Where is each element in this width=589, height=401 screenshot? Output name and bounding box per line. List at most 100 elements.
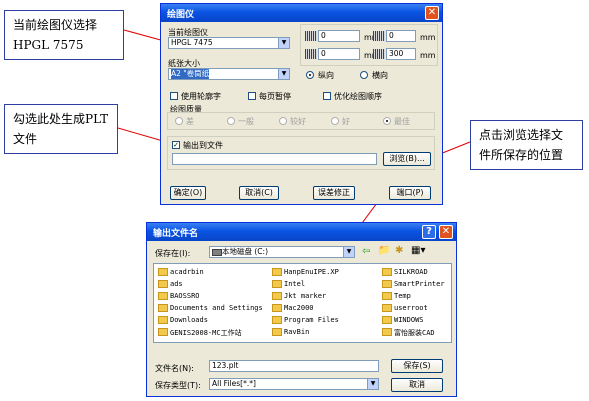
file-item[interactable]: WINDOWS: [394, 316, 424, 324]
filename-label: 文件名(N):: [155, 364, 194, 373]
quality-radio-good[interactable]: [331, 117, 339, 125]
pause-per-page-label: 每页暂停: [259, 92, 291, 101]
port-button[interactable]: 端口(P): [389, 186, 431, 200]
quality-option-best: 最佳: [394, 117, 410, 126]
file-item[interactable]: RavBin: [284, 328, 309, 336]
optimize-order-checkbox[interactable]: [323, 92, 331, 100]
callout-plt-text: 勾选此处生成PLT文件: [13, 112, 109, 146]
filename-value: 123.plt: [212, 361, 239, 370]
folder-icon: [158, 304, 168, 312]
file-item[interactable]: acadrbin: [170, 268, 204, 276]
callout-plotter-text: 当前绘图仪选择HPGL 7575: [13, 18, 98, 52]
plotter-titlebar: 绘图仪 ✕: [161, 4, 442, 22]
folder-icon: [382, 268, 392, 276]
landscape-label: 横向: [372, 71, 388, 80]
margin-top-icon: [305, 31, 317, 41]
pause-per-page-checkbox[interactable]: [248, 92, 256, 100]
folder-icon: [158, 292, 168, 300]
file-item[interactable]: Documents and Settings: [170, 304, 263, 312]
save-in-value: 本地磁盘 (C:): [222, 247, 268, 256]
folder-icon: [158, 280, 168, 288]
plotter-select[interactable]: HPGL 7475 ▼: [168, 37, 290, 49]
file-list: acadrbin ads BAOSSRO Documents and Setti…: [153, 263, 452, 343]
close-icon[interactable]: ✕: [439, 225, 453, 239]
error-correction-button[interactable]: 误差修正: [313, 186, 355, 200]
callout-plt-file: 勾选此处生成PLT文件: [4, 104, 118, 154]
quality-option-good: 好: [342, 117, 350, 126]
folder-icon: [272, 280, 282, 288]
file-item[interactable]: userroot: [394, 304, 428, 312]
cancel-button[interactable]: 取消(C): [239, 186, 279, 200]
file-item[interactable]: HanpEnuIPE.XP: [284, 268, 339, 276]
save-in-label: 保存在(I):: [155, 249, 191, 258]
landscape-radio[interactable]: [360, 71, 368, 79]
portrait-label: 纵向: [318, 71, 334, 80]
view-menu-icon[interactable]: ▦▾: [411, 245, 425, 256]
close-icon[interactable]: ✕: [425, 6, 439, 20]
quality-radio-normal[interactable]: [227, 117, 235, 125]
save-in-select[interactable]: 本地磁盘 (C:) ▼: [209, 246, 355, 258]
filetype-label: 保存类型(T):: [155, 381, 201, 390]
plotter-dialog: 绘图仪 ✕ 当前绘图仪 HPGL 7475 ▼ 纸张大小 A2 "卷筒纸 ▼ 0…: [160, 3, 443, 205]
portrait-radio[interactable]: [306, 71, 314, 79]
folder-icon: [158, 316, 168, 324]
output-path-input[interactable]: [172, 153, 377, 165]
callout-browse-text: 点击浏览选择文件所保存的位置: [479, 128, 564, 162]
browse-button[interactable]: 浏览(B)...: [383, 152, 431, 166]
folder-icon: [382, 280, 392, 288]
quality-option-poor: 差: [186, 117, 194, 126]
margin-left-input[interactable]: 0: [318, 48, 360, 60]
new-folder-icon[interactable]: ✱: [395, 245, 403, 256]
plotter-title: 绘图仪: [167, 10, 195, 20]
margin-bottom-input[interactable]: 0: [386, 30, 416, 42]
plotter-select-value: HPGL 7475: [171, 38, 213, 47]
drive-icon: [212, 249, 222, 256]
save-button[interactable]: 保存(S): [391, 359, 443, 373]
quality-radio-better[interactable]: [279, 117, 287, 125]
file-item[interactable]: Mac2000: [284, 304, 314, 312]
file-item[interactable]: ads: [170, 280, 183, 288]
quality-radio-poor[interactable]: [175, 117, 183, 125]
chevron-down-icon: ▼: [278, 69, 289, 79]
margin-bottom-value: 0: [389, 31, 394, 40]
outline-font-checkbox[interactable]: [170, 92, 178, 100]
folder-icon: [272, 304, 282, 312]
file-item[interactable]: BAOSSRO: [170, 292, 200, 300]
file-item[interactable]: Jkt marker: [284, 292, 326, 300]
quality-radio-best[interactable]: [383, 117, 391, 125]
file-item[interactable]: Temp: [394, 292, 411, 300]
margin-right-icon: [373, 49, 385, 59]
filetype-value: All Files[*.*]: [212, 379, 256, 388]
up-folder-icon[interactable]: 📁: [378, 245, 390, 256]
folder-icon: [272, 316, 282, 324]
file-item[interactable]: Downloads: [170, 316, 208, 324]
folder-icon: [382, 292, 392, 300]
save-file-dialog: 输出文件名 ? ✕ 保存在(I): 本地磁盘 (C:) ▼ ⇦ 📁 ✱ ▦▾ a…: [146, 222, 457, 397]
back-icon[interactable]: ⇦: [362, 246, 370, 257]
paper-size-select[interactable]: A2 "卷筒纸 ▼: [168, 68, 290, 80]
file-item[interactable]: Intel: [284, 280, 305, 288]
margin-right-value: 300: [389, 49, 404, 58]
file-item[interactable]: Program Files: [284, 316, 339, 324]
file-item[interactable]: SmartPrinter: [394, 280, 445, 288]
optimize-order-label: 优化绘图顺序: [334, 92, 382, 101]
ok-button[interactable]: 确定(O): [170, 186, 206, 200]
folder-icon: [272, 268, 282, 276]
folder-icon: [158, 268, 168, 276]
filetype-select[interactable]: All Files[*.*] ▼: [209, 378, 379, 390]
margin-top-input[interactable]: 0: [318, 30, 360, 42]
filename-input[interactable]: 123.plt: [209, 360, 379, 372]
margin-left-value: 0: [321, 49, 326, 58]
file-item[interactable]: SILKROAD: [394, 268, 428, 276]
folder-icon: [382, 328, 392, 336]
chevron-down-icon: ▼: [367, 379, 378, 389]
file-item[interactable]: 富怡服装CAD: [394, 328, 435, 338]
quality-option-normal: 一般: [238, 117, 254, 126]
file-item[interactable]: GENIS2008-MC工作站: [170, 328, 242, 338]
help-icon[interactable]: ?: [422, 225, 436, 239]
margin-right-unit: mm: [420, 51, 436, 60]
margin-bottom-unit: mm: [420, 33, 436, 42]
margin-right-input[interactable]: 300: [386, 48, 416, 60]
save-cancel-button[interactable]: 取消: [391, 378, 443, 392]
output-to-file-checkbox[interactable]: ✓: [172, 141, 180, 149]
